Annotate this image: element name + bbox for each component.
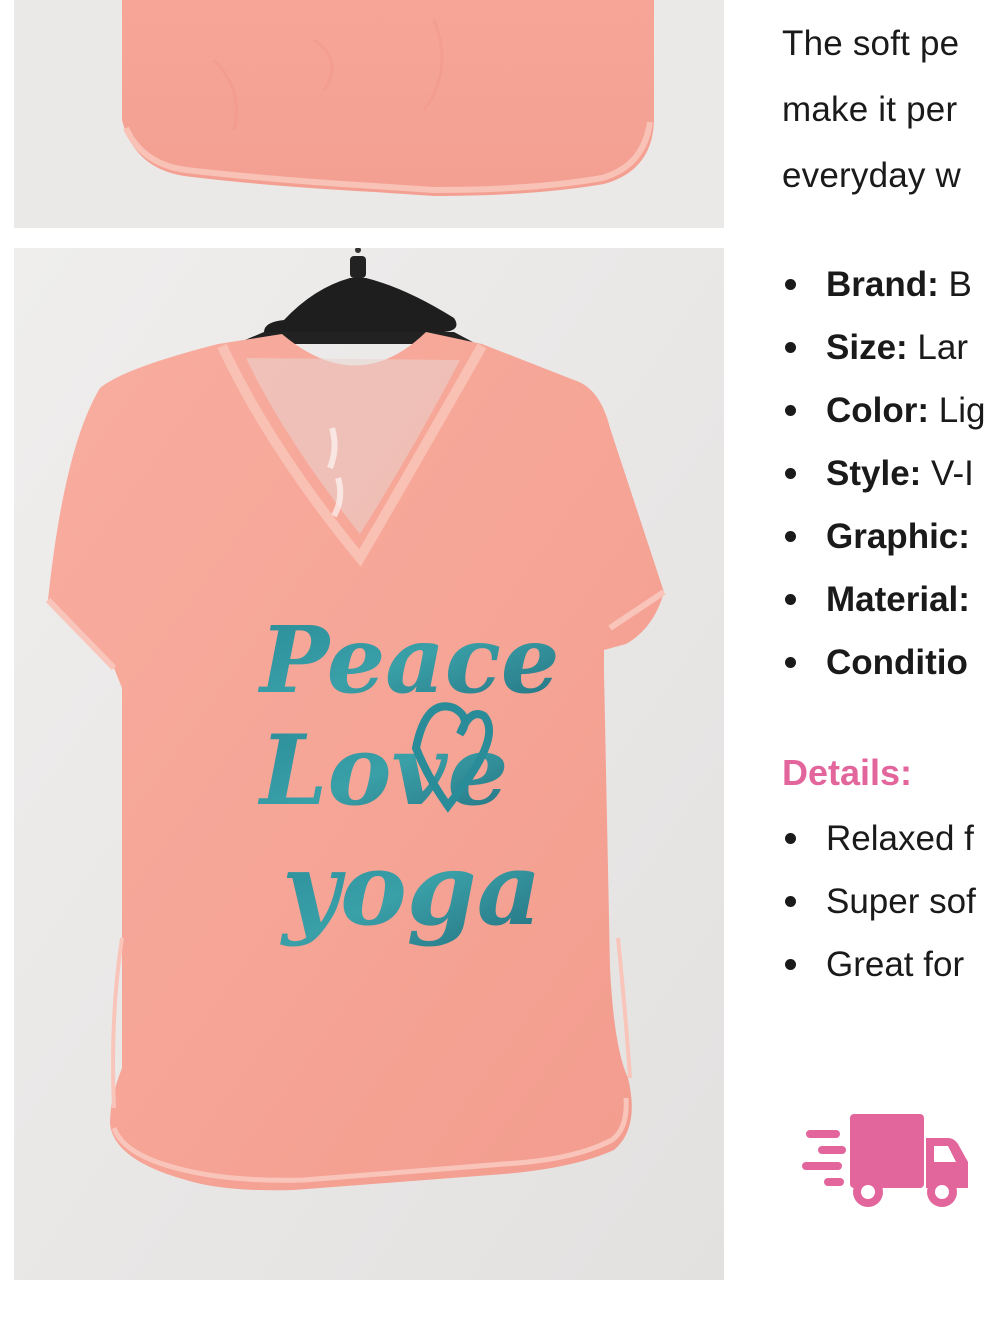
bullet-icon (785, 405, 796, 416)
bullet-icon (785, 468, 796, 479)
spec-item-condition: Conditio (782, 640, 985, 703)
bullet-icon (785, 594, 796, 605)
graphic-word-yoga: yoga (280, 830, 542, 948)
spec-list: Brand: B Size: Lar Color: Lig Style: V-I… (782, 262, 985, 703)
bullet-icon (785, 896, 796, 907)
spec-item-graphic: Graphic: (782, 514, 985, 577)
details-heading: Details: (782, 752, 913, 793)
bullet-icon (785, 959, 796, 970)
spec-item-material: Material: (782, 577, 985, 640)
description-line-1: The soft pe (782, 24, 960, 63)
product-photo-main[interactable]: Peace Love yoga (14, 248, 724, 1280)
spec-item-style: Style: V-I (782, 451, 985, 514)
bullet-icon (785, 833, 796, 844)
bullet-icon (785, 279, 796, 290)
bullet-icon (785, 342, 796, 353)
graphic-word-peace: Peace (257, 606, 559, 714)
spec-item-brand: Brand: B (782, 262, 985, 325)
detail-item: Great for (782, 942, 976, 1005)
details-list: Relaxed f Super sof Great for (782, 816, 976, 1005)
detail-item: Relaxed f (782, 816, 976, 879)
detail-item: Super sof (782, 879, 976, 942)
spec-item-size: Size: Lar (782, 325, 985, 388)
bullet-icon (785, 531, 796, 542)
product-photo-top[interactable] (14, 0, 724, 228)
bullet-icon (785, 657, 796, 668)
shirt-front-image: Peace Love yoga (14, 248, 724, 1280)
description-line-2: make it per (782, 90, 958, 129)
description-line-3: everyday w (782, 156, 962, 195)
spec-item-color: Color: Lig (782, 388, 985, 451)
delivery-truck-icon (802, 1110, 972, 1215)
shirt-bottom-image (14, 0, 724, 228)
